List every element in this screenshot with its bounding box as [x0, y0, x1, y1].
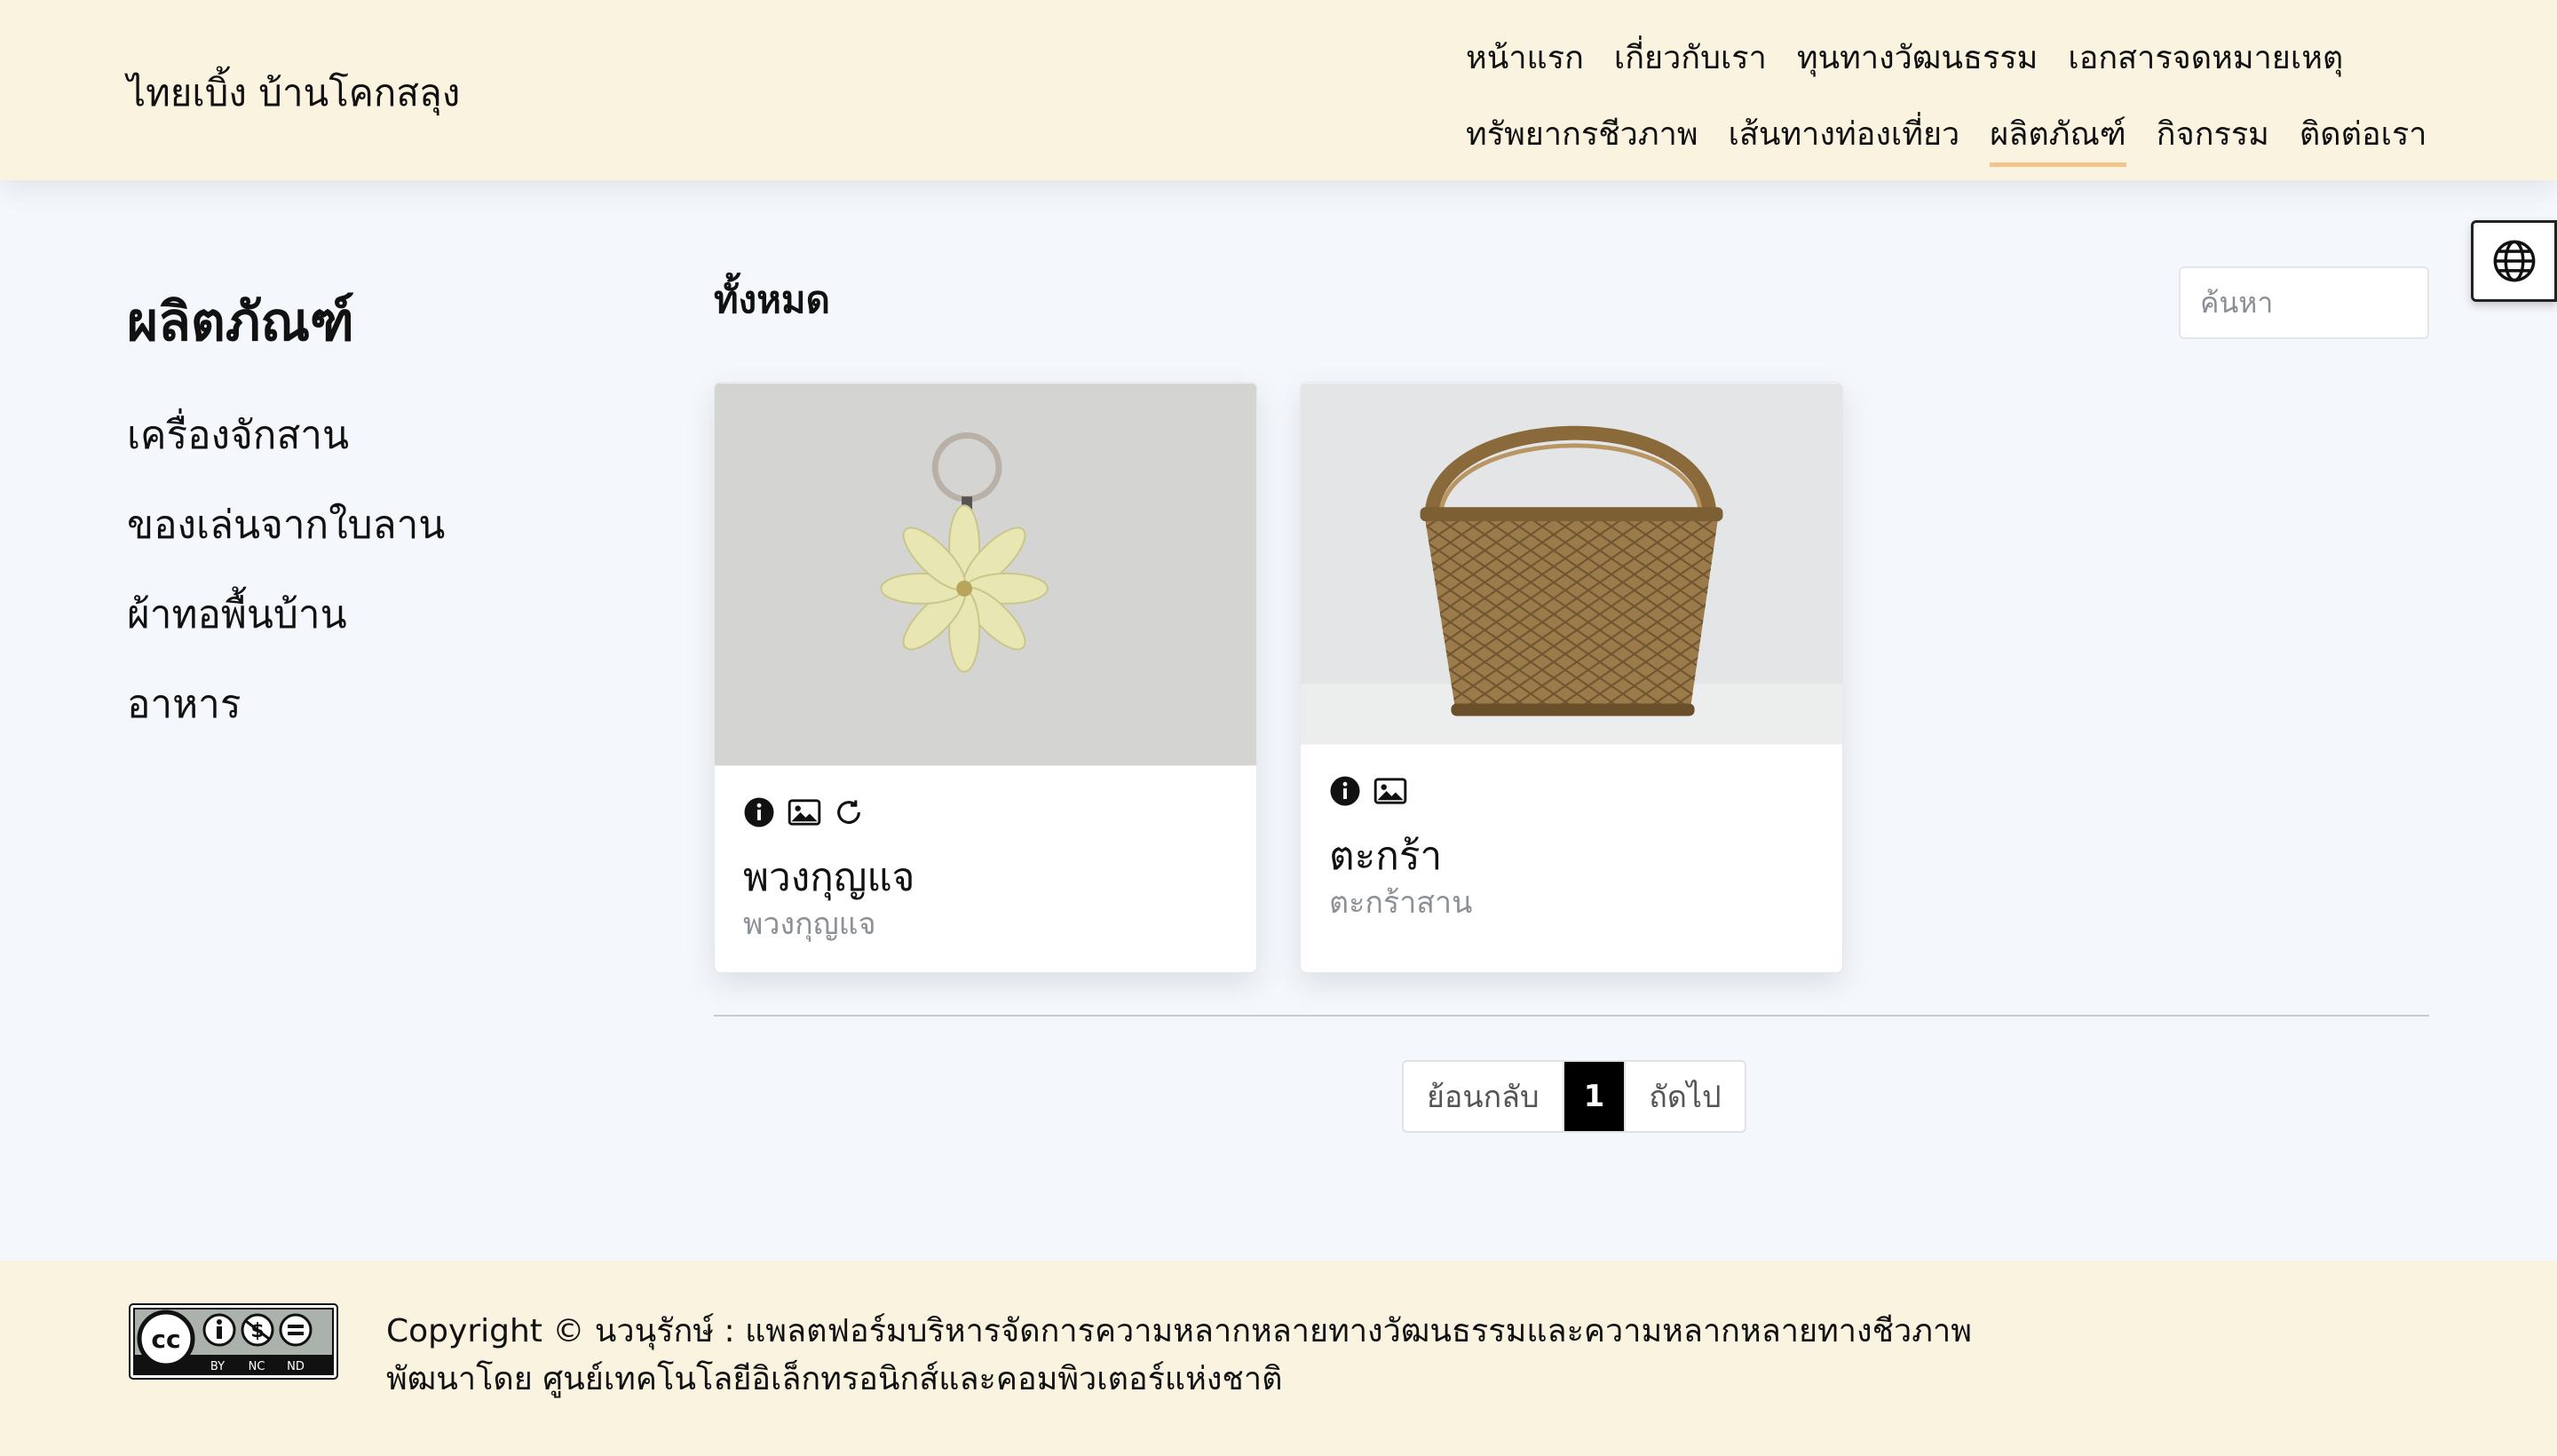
nav-item-activities[interactable]: กิจกรรม: [2157, 108, 2269, 167]
svg-text:NC: NC: [249, 1360, 265, 1373]
footer-developer: พัฒนาโดย ศูนย์เทคโนโลยีอิเล็กทรอนิกส์และ…: [386, 1361, 1283, 1397]
info-icon[interactable]: [743, 796, 775, 828]
pagination: ย้อนกลับ 1 ถัดไป: [1402, 1060, 1746, 1133]
site-brand[interactable]: ไทยเบิ้ง บ้านโคกสลุง: [127, 64, 460, 123]
card-icons: [1329, 775, 1407, 807]
category-item-basketry[interactable]: เครื่องจักสาน: [127, 404, 445, 494]
image-icon[interactable]: [788, 796, 821, 828]
pagination-page-current[interactable]: 1: [1562, 1062, 1625, 1131]
language-button[interactable]: [2471, 220, 2557, 302]
product-card[interactable]: พวงกุญแจ พวงกุญแจ: [714, 382, 1257, 973]
product-subtitle: พวงกุญแจ: [743, 906, 876, 942]
footer-copyright: Copyright © นวนุรักษ์ : แพลตฟอร์มบริหารจ…: [386, 1313, 1972, 1349]
product-subtitle: ตะกร้าสาน: [1329, 885, 1473, 921]
pagination-next-button[interactable]: ถัดไป: [1624, 1062, 1744, 1131]
nav-item-home[interactable]: หน้าแรก: [1466, 32, 1584, 86]
nav-item-cultural-capital[interactable]: ทุนทางวัฒนธรรม: [1797, 32, 2038, 86]
cc-by-nc-nd-icon[interactable]: cc $ BY NC ND: [129, 1303, 338, 1380]
site-footer: cc $ BY NC ND Copyright © นวนุรักษ์ : แพ…: [0, 1261, 2557, 1456]
svg-text:BY: BY: [210, 1360, 225, 1373]
content-divider: [714, 1015, 2429, 1017]
nav-item-travel-routes[interactable]: เส้นทางท่องเที่ยว: [1729, 108, 1960, 167]
svg-text:ND: ND: [287, 1360, 305, 1373]
svg-text:cc: cc: [151, 1325, 180, 1354]
nav-item-archives[interactable]: เอกสารจดหมายเหตุ: [2068, 32, 2343, 86]
category-item-palm-leaf-toys[interactable]: ของเล่นจากใบลาน: [127, 494, 445, 583]
category-item-food[interactable]: อาหาร: [127, 673, 445, 763]
site-header: ไทยเบิ้ง บ้านโคกสลุง หน้าแรก เกี่ยวกับเร…: [0, 0, 2557, 180]
nav-item-contact[interactable]: ติดต่อเรา: [2300, 108, 2427, 167]
main-nav-row-1: หน้าแรก เกี่ยวกับเรา ทุนทางวัฒนธรรม เอกส…: [1466, 32, 2343, 86]
category-list: เครื่องจักสาน ของเล่นจากใบลาน ผ้าทอพื้นบ…: [127, 404, 445, 763]
card-icons: [743, 796, 864, 828]
nav-item-products[interactable]: ผลิตภัณฑ์: [1990, 108, 2126, 167]
nav-item-about[interactable]: เกี่ยวกับเรา: [1614, 32, 1767, 86]
info-icon[interactable]: [1329, 775, 1361, 807]
section-title: ทั้งหมด: [714, 278, 830, 321]
main-nav-row-2: ทรัพยากรชีวภาพ เส้นทางท่องเที่ยว ผลิตภัณ…: [1466, 108, 2427, 167]
image-icon[interactable]: [1373, 775, 1407, 807]
category-item-woven-fabric[interactable]: ผ้าทอพื้นบ้าน: [127, 583, 445, 673]
globe-icon: [2493, 240, 2535, 282]
pagination-prev-button[interactable]: ย้อนกลับ: [1404, 1062, 1563, 1131]
nav-item-bio-resources[interactable]: ทรัพยากรชีวภาพ: [1466, 108, 1698, 167]
search-input[interactable]: [2179, 266, 2429, 339]
product-image: [715, 383, 1256, 766]
rotate-360-icon[interactable]: [834, 797, 864, 827]
sidebar-title: ผลิตภัณฑ์: [127, 291, 354, 353]
product-image: [1301, 383, 1842, 745]
product-card[interactable]: ตะกร้า ตะกร้าสาน: [1300, 382, 1843, 973]
